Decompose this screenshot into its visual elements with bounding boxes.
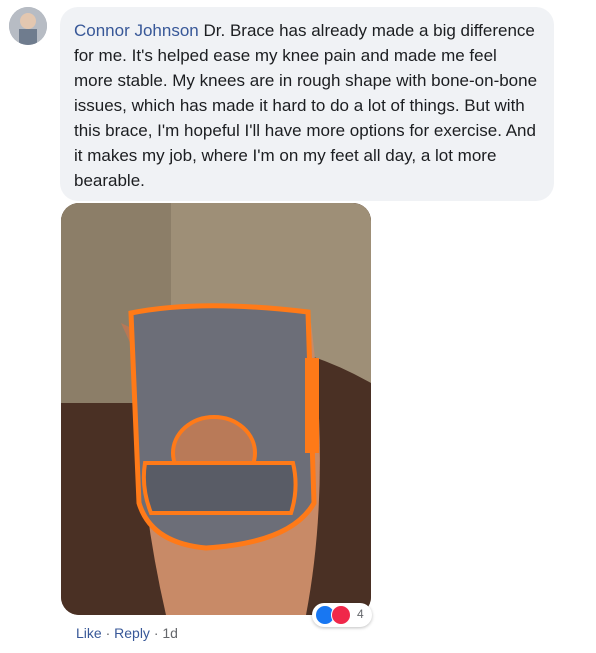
comment-actions: Like · Reply · 1d (76, 625, 178, 641)
comment-bubble: Connor Johnson Dr. Brace has already mad… (60, 7, 554, 201)
user-avatar-icon (9, 7, 47, 45)
like-link[interactable]: Like (76, 625, 102, 641)
reply-link[interactable]: Reply (114, 625, 150, 641)
action-separator: · (101, 625, 115, 641)
comment-time[interactable]: 1d (162, 625, 178, 641)
reaction-count: 4 (357, 607, 364, 621)
love-icon (331, 605, 351, 625)
comment-author-link[interactable]: Connor Johnson (74, 21, 199, 40)
comment-text: Dr. Brace has already made a big differe… (74, 21, 538, 190)
knee-brace-image (61, 203, 371, 615)
avatar[interactable] (9, 7, 47, 45)
comment-photo[interactable] (61, 203, 371, 615)
reactions-summary[interactable]: 4 (312, 603, 372, 627)
action-separator-2: · (149, 625, 163, 641)
